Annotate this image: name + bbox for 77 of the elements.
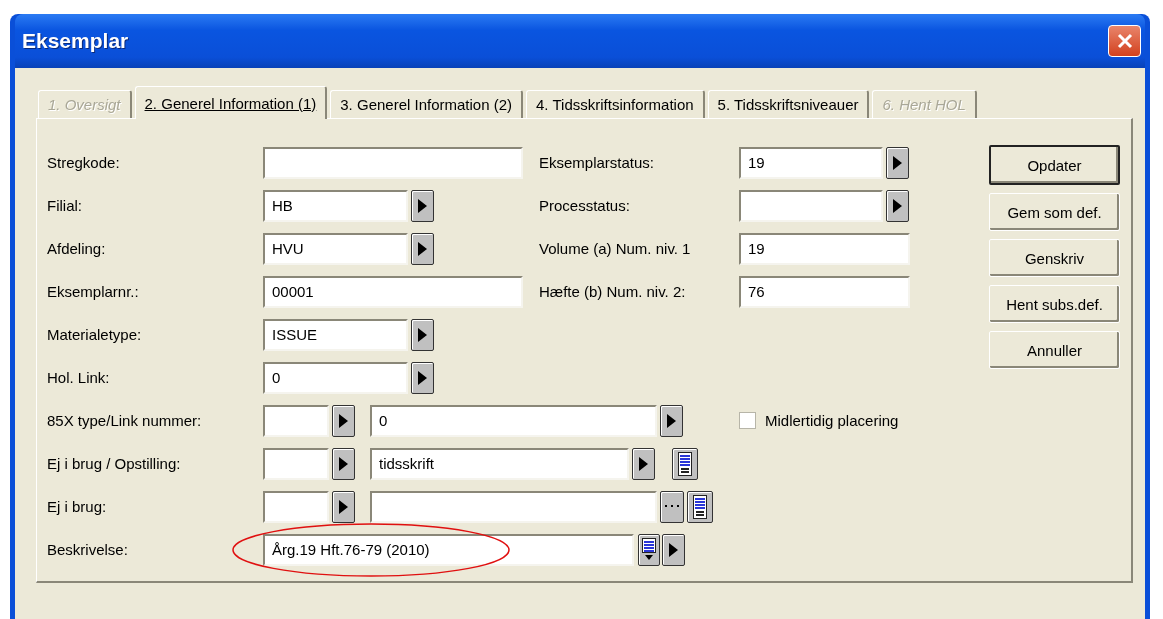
- tab[interactable]: 2. Generel Information (1): [134, 86, 328, 119]
- field-label: Stregkode:: [47, 154, 121, 171]
- field-label: Materialetype:: [47, 326, 143, 343]
- triangle-icon: [669, 542, 678, 557]
- arrow-button[interactable]: [411, 361, 434, 394]
- dots-icon: [665, 505, 679, 508]
- dialog-button[interactable]: Hent subs.def.: [989, 285, 1120, 323]
- arrow-button[interactable]: [662, 533, 685, 566]
- triangle-icon: [893, 198, 902, 213]
- arrow-button[interactable]: [632, 447, 655, 480]
- field-label: Ej i brug / Opstilling:: [47, 455, 182, 472]
- tab[interactable]: 3. Generel Information (2): [330, 90, 524, 118]
- dialog-button[interactable]: Annuller: [989, 331, 1120, 369]
- field-label: Volume (a) Num. niv. 1: [539, 240, 692, 257]
- close-icon: [1115, 32, 1134, 50]
- text-field[interactable]: [263, 490, 329, 523]
- list-icon: [642, 537, 656, 562]
- triangle-icon: [418, 198, 427, 213]
- field-label: Beskrivelse:: [47, 541, 129, 558]
- list-dropdown-button[interactable]: [638, 533, 660, 566]
- list-icon: [693, 494, 707, 519]
- field-label: 85X type/Link nummer:: [47, 412, 203, 429]
- text-field[interactable]: HVU: [263, 232, 408, 265]
- text-field[interactable]: ISSUE: [263, 318, 408, 351]
- text-field[interactable]: HB: [263, 189, 408, 222]
- text-field[interactable]: 0: [370, 404, 657, 437]
- field-label: Ej i brug:: [47, 498, 108, 515]
- ellipsis-button[interactable]: [660, 490, 684, 523]
- triangle-icon: [639, 456, 648, 471]
- checkbox[interactable]: [739, 412, 756, 429]
- triangle-icon: [339, 499, 348, 514]
- text-field[interactable]: 19: [739, 232, 910, 265]
- arrow-button[interactable]: [411, 189, 434, 222]
- window-title: Eksemplar: [22, 29, 129, 53]
- triangle-icon: [418, 241, 427, 256]
- text-field[interactable]: 0: [263, 361, 408, 394]
- list-button[interactable]: [687, 490, 713, 523]
- text-field[interactable]: 76: [739, 275, 910, 308]
- arrow-button[interactable]: [332, 447, 355, 480]
- text-field[interactable]: [263, 447, 329, 480]
- triangle-icon: [339, 456, 348, 471]
- triangle-icon: [667, 413, 676, 428]
- checkbox-label: Midlertidig placering: [765, 412, 899, 429]
- arrow-button[interactable]: [886, 189, 909, 222]
- dialog-button[interactable]: Gem som def.: [989, 193, 1120, 231]
- field-label: Processtatus:: [539, 197, 631, 214]
- triangle-icon: [418, 370, 427, 385]
- text-field[interactable]: tidsskrift: [370, 447, 629, 480]
- text-field[interactable]: 00001: [263, 275, 523, 308]
- dialog-button[interactable]: Genskriv: [989, 239, 1120, 277]
- dialog-button[interactable]: Opdater: [989, 145, 1120, 185]
- arrow-button[interactable]: [332, 404, 355, 437]
- field-label: Afdeling:: [47, 240, 107, 257]
- list-icon: [678, 451, 692, 476]
- triangle-icon: [418, 327, 427, 342]
- tab[interactable]: 5. Tidsskriftsniveauer: [707, 90, 870, 118]
- field-label: Eksemplarstatus:: [539, 154, 656, 171]
- text-field[interactable]: [739, 189, 883, 222]
- arrow-button[interactable]: [332, 490, 355, 523]
- text-field[interactable]: [263, 146, 523, 179]
- text-field[interactable]: [370, 490, 657, 523]
- tab[interactable]: 4. Tidsskriftsinformation: [526, 90, 705, 118]
- arrow-button[interactable]: [886, 146, 909, 179]
- text-field[interactable]: [263, 404, 329, 437]
- field-label: Eksemplarnr.:: [47, 283, 140, 300]
- list-button[interactable]: [672, 447, 698, 480]
- text-field[interactable]: 19: [739, 146, 883, 179]
- arrow-button[interactable]: [660, 404, 683, 437]
- field-label: Filial:: [47, 197, 83, 214]
- close-button[interactable]: [1108, 25, 1141, 57]
- triangle-icon: [893, 155, 902, 170]
- arrow-button[interactable]: [411, 318, 434, 351]
- field-label: Hol. Link:: [47, 369, 111, 386]
- arrow-button[interactable]: [411, 232, 434, 265]
- text-field[interactable]: Årg.19 Hft.76-79 (2010): [263, 533, 634, 566]
- triangle-icon: [339, 413, 348, 428]
- field-label: Hæfte (b) Num. niv. 2:: [539, 283, 687, 300]
